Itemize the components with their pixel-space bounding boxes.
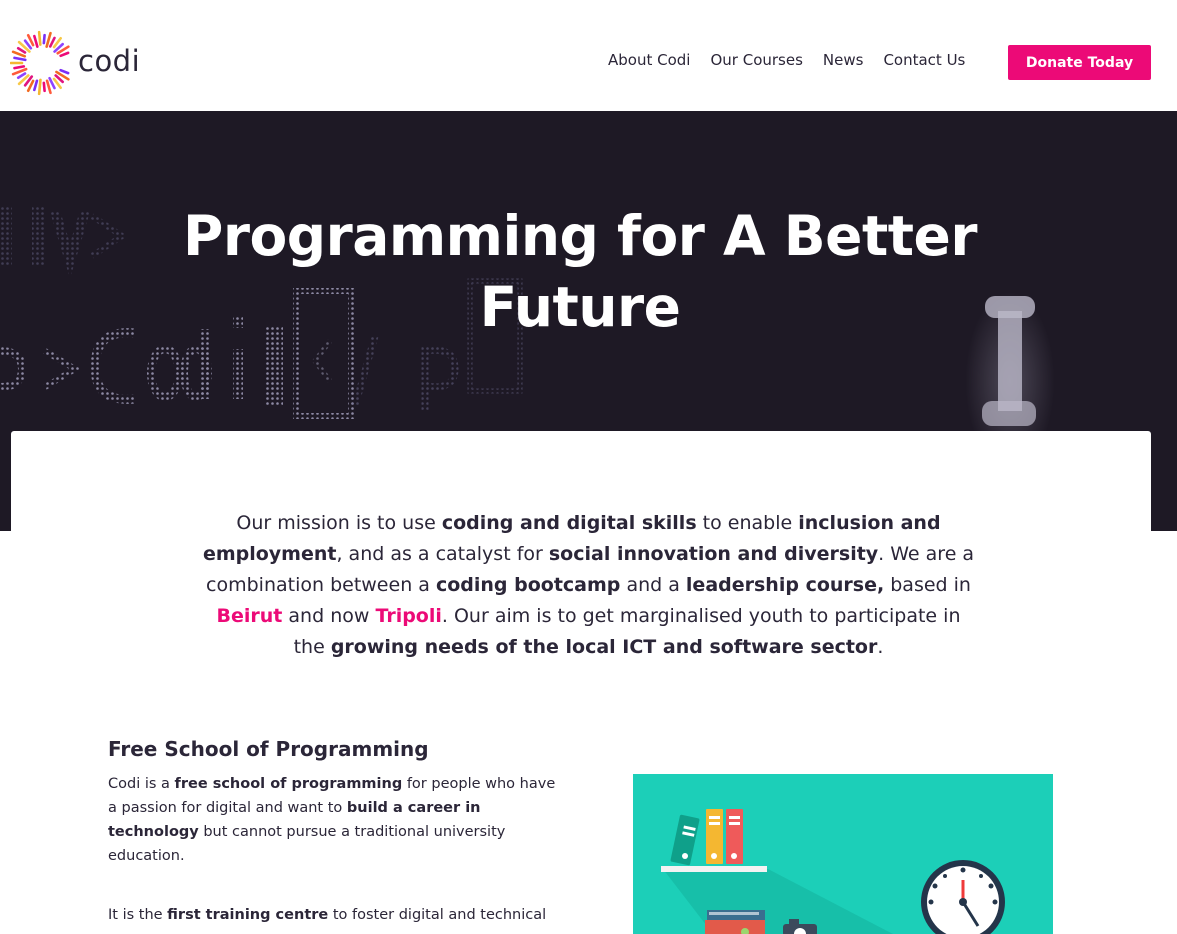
mission-highlight: leadership course, xyxy=(685,574,885,596)
mission-text: and a xyxy=(620,574,686,596)
free-school-paragraph-2: It is the first training centre to foste… xyxy=(108,903,563,927)
mission-text: Our mission is to use xyxy=(236,512,442,534)
study-illustration xyxy=(633,774,1053,934)
codi-burst-logo-icon xyxy=(10,30,70,96)
nav-our-courses[interactable]: Our Courses xyxy=(710,51,802,69)
logo-ray xyxy=(45,79,52,95)
mission-text: . xyxy=(877,636,884,658)
clock-icon xyxy=(921,860,1005,934)
site-header: codi About Codi Our Courses News Contact… xyxy=(0,0,1177,111)
logo-wordmark: codi xyxy=(78,44,141,78)
free-school-heading: Free School of Programming xyxy=(108,737,429,761)
mission-text: , and as a catalyst for xyxy=(336,543,549,565)
logo[interactable]: codi xyxy=(10,26,140,100)
mission-text: and now xyxy=(282,605,376,627)
bookshelf-icon xyxy=(661,809,767,872)
paragraph-highlight: first training centre xyxy=(167,907,329,923)
tripoli-link[interactable]: Tripoli xyxy=(375,605,441,627)
logo-ray xyxy=(13,65,26,70)
logo-ray xyxy=(16,46,27,54)
mission-highlight: coding bootcamp xyxy=(435,574,621,596)
paragraph-text: to foster digital and technical xyxy=(328,907,547,923)
hero-title: Programming for A Better Future xyxy=(183,204,977,339)
books-icon xyxy=(705,910,765,934)
beirut-link[interactable]: Beirut xyxy=(217,605,283,627)
main-nav: About Codi Our Courses News Contact Us xyxy=(608,51,965,69)
nav-news[interactable]: News xyxy=(823,51,864,69)
nav-contact-us[interactable]: Contact Us xyxy=(883,51,965,69)
study-illustration-art xyxy=(661,809,1005,934)
logo-ray xyxy=(37,30,42,46)
logo-ray xyxy=(42,81,46,93)
free-school-paragraph-1: Codi is a free school of programming for… xyxy=(108,772,563,868)
logo-ray xyxy=(59,51,70,58)
mission-statement: Our mission is to use coding and digital… xyxy=(200,508,977,663)
paragraph-highlight: free school of programming xyxy=(174,776,403,792)
paragraph-text: It is the xyxy=(108,907,168,923)
logo-ray xyxy=(37,78,42,96)
mission-highlight: social innovation and diversity xyxy=(548,543,879,565)
logo-ray xyxy=(16,72,27,80)
paragraph-text: Codi is a xyxy=(108,776,175,792)
mission-text: based in xyxy=(884,574,971,596)
mission-highlight: coding and digital skills xyxy=(441,512,697,534)
logo-ray xyxy=(59,68,70,75)
logo-ray xyxy=(42,33,46,45)
logo-ray xyxy=(33,79,39,92)
logo-ray xyxy=(13,56,27,62)
logo-ray xyxy=(33,34,39,48)
donate-button[interactable]: Donate Today xyxy=(1008,45,1151,80)
mission-text: to enable xyxy=(696,512,799,534)
mission-highlight: growing needs of the local ICT and softw… xyxy=(330,636,878,658)
nav-about-codi[interactable]: About Codi xyxy=(608,51,690,69)
